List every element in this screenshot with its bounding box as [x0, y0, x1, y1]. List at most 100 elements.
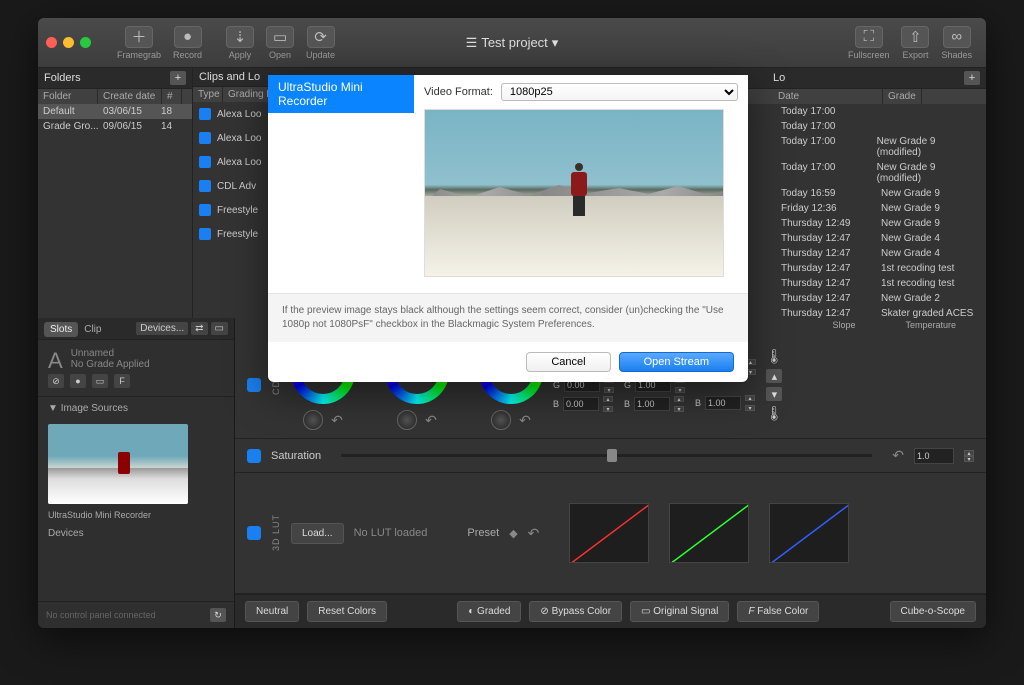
bypass-button[interactable]: ⊘ Bypass Color: [529, 601, 622, 622]
look-row[interactable]: Thursday 12:49New Grade 9: [773, 216, 986, 231]
b-temp-input[interactable]: [705, 396, 741, 410]
skater-figure: [568, 163, 590, 223]
look-row[interactable]: Thursday 12:47New Grade 4: [773, 231, 986, 246]
look-row[interactable]: Today 17:00: [773, 104, 986, 119]
maximize-window-icon[interactable]: [80, 37, 91, 48]
look-row[interactable]: Friday 12:36New Grade 9: [773, 201, 986, 216]
open-button[interactable]: ▭Open: [266, 26, 294, 60]
apply-button[interactable]: ⇣Apply: [226, 26, 254, 60]
look-row[interactable]: Thursday 12:47New Grade 2: [773, 291, 986, 306]
slot-a[interactable]: A Unnamed No Grade Applied ⊘ ● ▭ F: [38, 340, 234, 397]
folder-row[interactable]: Default03/06/1518: [38, 104, 192, 119]
graded-button[interactable]: ◐ Graded: [457, 601, 521, 622]
b-input[interactable]: [563, 397, 599, 411]
lock-icon[interactable]: ⊘: [48, 374, 64, 388]
export-button[interactable]: ⇧Export: [901, 26, 929, 60]
tab-clip[interactable]: Clip: [78, 322, 107, 337]
folders-panel: Folders + Folder Create date # Default03/…: [38, 68, 193, 318]
load-button[interactable]: Load...: [291, 523, 344, 544]
lut-label: 3D LUT: [271, 514, 281, 551]
devices-button[interactable]: Devices...: [136, 322, 188, 335]
project-title[interactable]: ☰ Test project ▾: [466, 35, 559, 51]
image-sources-header[interactable]: ▼ Image Sources: [38, 397, 234, 420]
preset-dropdown-icon[interactable]: ◆: [509, 527, 517, 540]
red-curve[interactable]: [569, 503, 649, 563]
folders-columns: Folder Create date #: [38, 89, 192, 104]
lift-knob[interactable]: [303, 410, 323, 430]
look-row[interactable]: Thursday 12:471st recoding test: [773, 261, 986, 276]
temp-down-icon[interactable]: ▾: [766, 387, 782, 401]
modal-sidebar: UltraStudio Mini Recorder: [268, 75, 414, 293]
green-curve[interactable]: [669, 503, 749, 563]
slope-header: Slope: [832, 320, 855, 330]
open-stream-button[interactable]: Open Stream: [619, 352, 734, 372]
look-row[interactable]: Today 17:00: [773, 119, 986, 134]
cubeoscope-button[interactable]: Cube-o-Scope: [890, 601, 976, 622]
reset-colors-button[interactable]: Reset Colors: [307, 601, 387, 622]
close-window-icon[interactable]: [46, 37, 57, 48]
saturation-slider[interactable]: [341, 454, 872, 457]
saturation-checkbox[interactable]: [247, 449, 261, 463]
falsecolor-button[interactable]: F False Color: [737, 601, 819, 622]
clips-title: Clips and Lo: [199, 71, 260, 83]
blue-curve[interactable]: [769, 503, 849, 563]
thumbnail-label: UltraStudio Mini Recorder: [38, 508, 234, 522]
swap-icon[interactable]: ⇄: [191, 322, 207, 335]
minimize-window-icon[interactable]: [63, 37, 74, 48]
gamma-knob[interactable]: [397, 410, 417, 430]
neutral-button[interactable]: Neutral: [245, 601, 299, 622]
undo-icon[interactable]: ↶: [519, 412, 531, 429]
cdl-checkbox[interactable]: [247, 378, 261, 392]
look-row[interactable]: Thursday 12:471st recoding test: [773, 276, 986, 291]
saturation-section: Saturation ↶ ▴▾: [235, 439, 986, 473]
record-dot-icon[interactable]: ●: [70, 374, 86, 388]
update-button[interactable]: ⟳Update: [306, 26, 335, 60]
shades-button[interactable]: ∞Shades: [941, 26, 972, 60]
devices-section: Devices: [38, 522, 234, 545]
cancel-button[interactable]: Cancel: [526, 352, 610, 372]
folders-title: Folders: [44, 72, 81, 84]
window-controls: [46, 37, 91, 48]
b-slope-input[interactable]: [634, 397, 670, 411]
video-format-label: Video Format:: [424, 86, 493, 98]
saturation-value[interactable]: [914, 448, 954, 464]
look-row[interactable]: Thursday 12:47New Grade 4: [773, 246, 986, 261]
look-row[interactable]: Today 16:59New Grade 9: [773, 186, 986, 201]
dropdown-icon: ▾: [552, 35, 559, 51]
list-icon: ☰: [466, 35, 478, 51]
framegrab-button[interactable]: ＋Framegrab: [117, 26, 161, 60]
video-format-select[interactable]: 1080p25: [501, 83, 738, 101]
gain-knob[interactable]: [491, 410, 511, 430]
look-row[interactable]: Today 17:00New Grade 9 (modified): [773, 160, 986, 186]
camera-icon[interactable]: ▭: [92, 374, 108, 388]
undo-icon[interactable]: ↶: [425, 412, 437, 429]
slots-panel: SlotsClip Devices... ⇄ ▭ A Unnamed No Gr…: [38, 318, 235, 628]
bottom-bar: Neutral Reset Colors ◐ Graded ⊘ Bypass C…: [235, 594, 986, 628]
preset-label: Preset: [467, 527, 499, 539]
add-look-button[interactable]: +: [964, 71, 980, 85]
f-icon[interactable]: F: [114, 374, 130, 388]
look-row[interactable]: Today 17:00New Grade 9 (modified): [773, 134, 986, 160]
lut-checkbox[interactable]: [247, 526, 261, 540]
add-folder-button[interactable]: +: [170, 71, 186, 85]
undo-icon[interactable]: ↶: [331, 412, 343, 429]
fullscreen-button[interactable]: ⛶Fullscreen: [848, 26, 890, 60]
folder-row[interactable]: Grade Gro...09/06/1514: [38, 119, 192, 134]
modal-device-item[interactable]: UltraStudio Mini Recorder: [268, 75, 414, 113]
preview-image: [424, 109, 724, 277]
layout-icon[interactable]: ▭: [211, 322, 228, 335]
refresh-icon[interactable]: ↻: [210, 608, 226, 622]
stream-modal: UltraStudio Mini Recorder Video Format: …: [268, 75, 748, 382]
record-button[interactable]: ●Record: [173, 26, 202, 60]
temperature-indicator-icon: 🌡: [766, 348, 784, 365]
original-button[interactable]: ▭ Original Signal: [630, 601, 729, 622]
slot-letter: A: [48, 348, 63, 374]
undo-icon[interactable]: ↶: [892, 447, 904, 464]
lut-section: 3D LUT Load... No LUT loaded Preset ◆ ↶: [235, 473, 986, 594]
undo-icon[interactable]: ↶: [528, 525, 540, 542]
slot-state-label: No Grade Applied: [48, 359, 224, 370]
tab-slots[interactable]: Slots: [44, 322, 78, 337]
temp-up-icon[interactable]: ▴: [766, 369, 782, 383]
source-thumbnail[interactable]: [48, 424, 188, 504]
temperature-indicator-icon: 🌡: [766, 405, 784, 422]
